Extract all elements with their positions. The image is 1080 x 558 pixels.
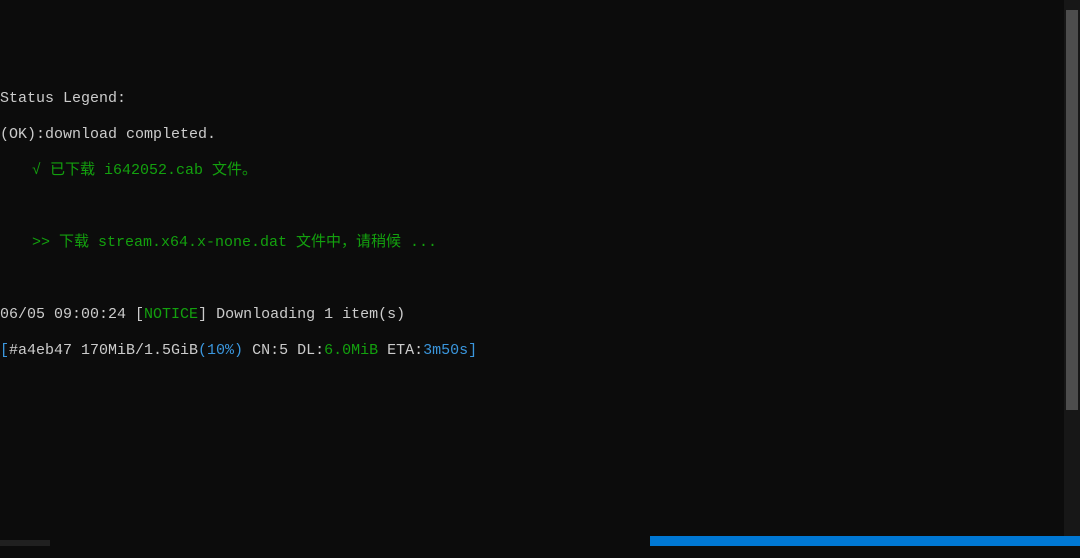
scrollbar-track[interactable] — [1064, 0, 1080, 546]
blank-line — [0, 198, 1080, 216]
taskbar-fragment-left — [0, 540, 50, 546]
notice-line: 06/05 09:00:24 [NOTICE] Downloading 1 it… — [0, 306, 1080, 324]
arrow-icon: >> — [32, 234, 59, 251]
progress-bracket-open: [ — [0, 342, 9, 359]
notice-text: Downloading 1 item(s) — [207, 306, 405, 323]
progress-dl-speed: 6.0MiB — [324, 342, 378, 359]
progress-id-size: #a4eb47 170MiB/1.5GiB — [9, 342, 198, 359]
progress-eta-label: ETA: — [378, 342, 423, 359]
progress-line: [#a4eb47 170MiB/1.5GiB(10%) CN:5 DL:6.0M… — [0, 342, 1080, 360]
notice-label: NOTICE — [144, 306, 198, 323]
bracket-open: [ — [135, 306, 144, 323]
bracket-close: ] — [198, 306, 207, 323]
downloading-line: >> 下载 stream.x64.x-none.dat 文件中，请稍候 ... — [0, 234, 1080, 252]
downloading-text: 下载 stream.x64.x-none.dat 文件中，请稍候 ... — [59, 234, 437, 251]
taskbar-fragment-right — [650, 536, 1080, 546]
downloaded-text: 已下载 i642052.cab 文件。 — [50, 162, 257, 179]
progress-bracket-close: ] — [468, 342, 477, 359]
progress-cn-dl-label: CN:5 DL: — [243, 342, 324, 359]
status-legend-ok: (OK):download completed. — [0, 126, 1080, 144]
check-icon: √ — [32, 162, 50, 179]
downloaded-line: √ 已下载 i642052.cab 文件。 — [0, 162, 1080, 180]
terminal-output: Status Legend: (OK):download completed. … — [0, 72, 1080, 378]
timestamp: 06/05 09:00:24 — [0, 306, 135, 323]
progress-percent: (10%) — [198, 342, 243, 359]
blank-line — [0, 270, 1080, 288]
progress-eta-value: 3m50s — [423, 342, 468, 359]
status-legend-title: Status Legend: — [0, 90, 1080, 108]
scrollbar-thumb[interactable] — [1066, 10, 1078, 410]
